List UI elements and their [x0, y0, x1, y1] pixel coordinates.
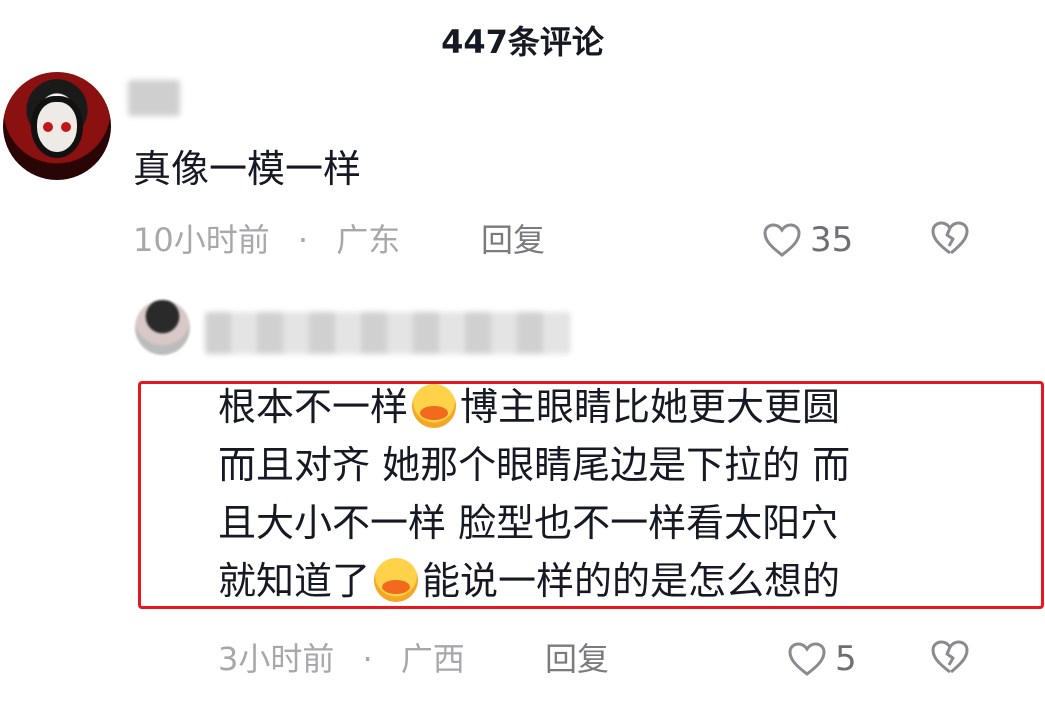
reply-like-count: 5 [835, 639, 857, 679]
reply-avatar[interactable] [135, 300, 190, 355]
reply-line: 就知道了 能说一样的的是怎么想的 [218, 552, 978, 610]
reply-line-segment: 博主眼睛比她更大更圆 [460, 385, 841, 429]
reply-location: 广西 [400, 640, 465, 678]
comments-count-title: 447条评论 [441, 23, 604, 61]
reply-button[interactable]: 回复 [481, 218, 545, 262]
reply-line: 而且对齐 她那个眼睛尾边是下拉的 而 [218, 443, 851, 487]
reply-line-segment: 根本不一样 [218, 385, 409, 429]
comment-location: 广东 [336, 221, 401, 259]
comment-meta: 10小时前 · 广东 [133, 218, 400, 262]
broken-heart-icon[interactable] [930, 639, 970, 675]
avatar-eye-left [43, 122, 53, 132]
reply-like-button[interactable]: 5 [787, 637, 857, 681]
avatar[interactable] [3, 72, 111, 180]
comment-time: 10小时前 [133, 221, 270, 259]
heart-outline-icon [762, 222, 802, 258]
reply-line: 根本不一样 博主眼睛比她更大更圆 [218, 378, 978, 436]
comment-text: 真像一模一样 [133, 147, 362, 191]
reply-time: 3小时前 [218, 640, 335, 678]
reply-line: 且大小不一样 脸型也不一样看太阳穴 [218, 501, 839, 545]
broken-heart-icon[interactable] [930, 220, 970, 256]
face-emoji-icon [412, 384, 457, 428]
like-count: 35 [810, 220, 854, 260]
reply-text: 根本不一样 博主眼睛比她更大更圆 而且对齐 她那个眼睛尾边是下拉的 而 且大小不一… [218, 378, 978, 610]
like-button[interactable]: 35 [762, 218, 853, 262]
reply-line-segment: 就知道了 [218, 559, 371, 603]
username-blurred[interactable] [128, 80, 180, 116]
meta-separator: · [362, 640, 373, 678]
face-emoji-icon [374, 558, 419, 602]
reply-meta: 3小时前 · 广西 [218, 637, 465, 681]
meta-separator: · [297, 221, 309, 259]
avatar-eye-right [61, 122, 71, 132]
heart-outline-icon [787, 641, 827, 677]
reply-reply-button[interactable]: 回复 [545, 637, 609, 681]
reply-line-segment: 能说一样的的是怎么想的 [422, 559, 841, 603]
reply-username-blurred[interactable] [205, 312, 570, 354]
